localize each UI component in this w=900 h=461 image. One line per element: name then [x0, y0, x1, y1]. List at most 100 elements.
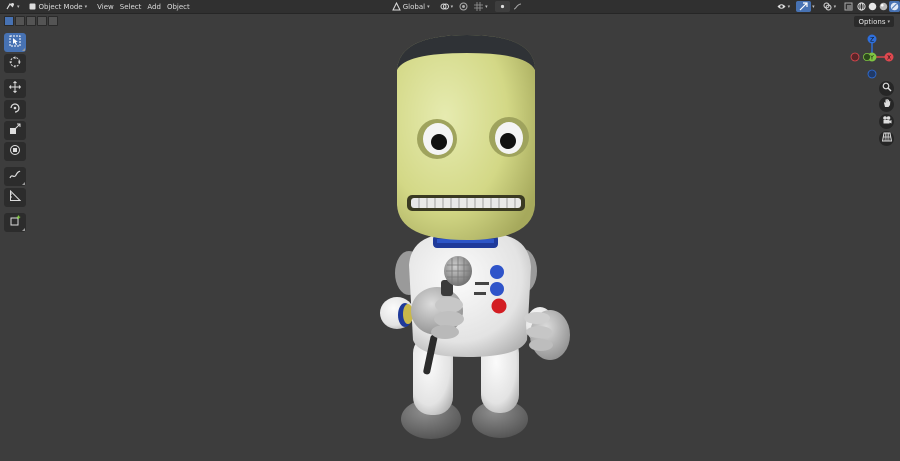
- gizmo-icon: [799, 2, 808, 11]
- cursor-icon: [9, 56, 21, 71]
- chevron-down-icon[interactable]: ▾: [812, 4, 815, 10]
- blender-window: ▾ Object Mode ▾ View Select Add Object G…: [0, 0, 900, 461]
- tool-cursor[interactable]: [4, 54, 26, 73]
- transform-orientation-selector[interactable]: Global ▾: [389, 1, 433, 12]
- shading-material[interactable]: [878, 1, 889, 12]
- shading-rendered[interactable]: [889, 1, 900, 12]
- orientation-icon: [391, 1, 401, 11]
- annotate-icon: [9, 169, 21, 184]
- gizmo-toggle[interactable]: [796, 1, 812, 12]
- select-invert-button[interactable]: [37, 16, 47, 26]
- perspective-toggle-button[interactable]: [879, 131, 894, 146]
- gizmo-x-label: X: [887, 54, 891, 61]
- chest-button-red: [491, 298, 507, 314]
- select-box-icon: [9, 35, 21, 50]
- material-sphere-icon: [879, 2, 888, 11]
- orientation-label: Global: [402, 2, 426, 11]
- editor-type-icon: [6, 2, 15, 11]
- chevron-down-icon: ▾: [485, 3, 488, 10]
- select-new-button[interactable]: [4, 16, 14, 26]
- gizmo-neg-x[interactable]: [850, 52, 860, 62]
- chevron-down-icon: ▾: [17, 3, 20, 10]
- solid-sphere-icon: [868, 2, 877, 11]
- transform-icon: [9, 144, 21, 159]
- mode-label: Object Mode: [38, 2, 83, 11]
- zoom-button[interactable]: [879, 81, 894, 96]
- xray-icon: [844, 2, 853, 11]
- chest-button-blue: [490, 282, 504, 296]
- visibility-selector[interactable]: ▾: [774, 1, 794, 12]
- chest-button-blue: [490, 265, 504, 279]
- select-extend-button[interactable]: [15, 16, 25, 26]
- select-subtract-button[interactable]: [26, 16, 36, 26]
- chevron-down-icon: ▾: [450, 3, 454, 10]
- shading-solid[interactable]: [867, 1, 878, 12]
- tool-shelf: [4, 33, 28, 232]
- tool-variants-indicator: [22, 48, 25, 51]
- gizmo-x-axis[interactable]: X: [884, 52, 894, 62]
- selection-mode-buttons: [4, 16, 58, 26]
- eye-icon: [777, 2, 786, 11]
- snap-grid-icon: [474, 2, 484, 11]
- tool-scale[interactable]: [4, 121, 26, 140]
- viewport-header: ▾ Object Mode ▾ View Select Add Object G…: [0, 0, 900, 14]
- snap-toggle[interactable]: [456, 1, 471, 12]
- astronaut-model[interactable]: [375, 35, 580, 445]
- menu-view[interactable]: View: [94, 1, 117, 12]
- falloff-selector[interactable]: [510, 1, 525, 12]
- tool-variants-indicator: [22, 182, 25, 185]
- gizmo-neg-y[interactable]: [862, 52, 871, 61]
- proportional-edit-toggle[interactable]: [494, 1, 510, 12]
- overlays-icon: [823, 2, 832, 11]
- shading-wireframe[interactable]: [856, 1, 867, 12]
- tool-transform[interactable]: [4, 142, 26, 161]
- mode-selector[interactable]: Object Mode ▾: [25, 1, 91, 12]
- add-cube-icon: [9, 215, 21, 230]
- chevron-down-icon: ▾: [833, 3, 837, 10]
- tool-variants-indicator: [22, 228, 25, 231]
- pan-button[interactable]: [879, 97, 894, 112]
- editor-type-menu[interactable]: ▾: [3, 1, 23, 12]
- tool-move[interactable]: [4, 79, 26, 98]
- tool-measure[interactable]: [4, 188, 26, 207]
- teeth: [411, 198, 521, 208]
- menu-object[interactable]: Object: [164, 1, 193, 12]
- hand-icon: [882, 98, 892, 111]
- proportional-edit-icon: [498, 2, 507, 11]
- tool-select-box[interactable]: [4, 33, 26, 52]
- falloff-curve-icon: [513, 2, 522, 11]
- menu-add[interactable]: Add: [144, 1, 164, 12]
- options-dropdown[interactable]: Options ▾: [854, 16, 894, 27]
- camera-view-button[interactable]: [879, 114, 894, 129]
- zoom-icon: [882, 82, 892, 95]
- gizmo-z-axis[interactable]: Z: [867, 34, 877, 44]
- navigation-gizmo[interactable]: Z X Y: [846, 34, 896, 80]
- rotate-icon: [9, 102, 21, 117]
- gizmo-neg-z[interactable]: [867, 69, 877, 79]
- select-intersect-button[interactable]: [48, 16, 58, 26]
- tool-annotate[interactable]: [4, 167, 26, 186]
- chevron-down-icon: ▾: [427, 3, 430, 10]
- chevron-down-icon: ▾: [787, 3, 791, 10]
- rendered-sphere-icon: [890, 2, 899, 11]
- xray-toggle[interactable]: [841, 1, 856, 12]
- move-icon: [9, 81, 21, 96]
- tool-rotate[interactable]: [4, 100, 26, 119]
- wireframe-sphere-icon: [857, 2, 866, 11]
- left-pupil: [431, 134, 447, 150]
- camera-icon: [882, 115, 892, 128]
- menu-select[interactable]: Select: [117, 1, 145, 12]
- snap-target-selector[interactable]: ▾: [471, 1, 491, 12]
- snap-magnet-icon: [459, 2, 468, 11]
- overlays-toggle[interactable]: ▾: [820, 1, 840, 12]
- pivot-point-selector[interactable]: ▾: [437, 1, 457, 12]
- chevron-down-icon: ▾: [887, 18, 890, 25]
- options-label: Options: [858, 17, 886, 26]
- object-mode-icon: [28, 2, 37, 11]
- right-pupil: [500, 133, 516, 149]
- grid-icon: [881, 132, 892, 145]
- scale-icon: [9, 123, 21, 138]
- chevron-down-icon: ▾: [84, 3, 88, 10]
- gizmo-z-label: Z: [870, 36, 874, 43]
- tool-add-cube[interactable]: [4, 213, 26, 232]
